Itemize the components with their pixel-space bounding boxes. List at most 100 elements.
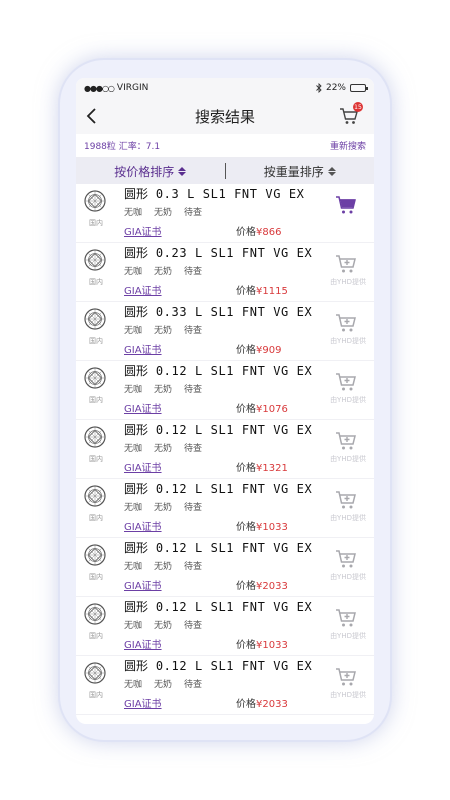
diamond-name: 圆形 0.12 L SL1 FNT VG EX (124, 423, 313, 437)
diamond-tags: 无咖 无奶 待查 (124, 205, 202, 218)
diamond-icon (84, 485, 106, 507)
diamond-name: 圆形 0.12 L SL1 FNT VG EX (124, 482, 313, 496)
add-to-cart-icon[interactable] (334, 548, 358, 570)
cart-button[interactable]: 15 (338, 102, 363, 127)
tag: 待查 (184, 208, 203, 218)
diamond-icon (84, 249, 106, 271)
certificate-link[interactable]: GIA证书 (124, 400, 162, 415)
diamond-icon (84, 190, 106, 212)
vendor-label: 由YHD提供 (330, 632, 366, 640)
tag: 无奶 (154, 680, 173, 690)
certificate-link[interactable]: GIA证书 (124, 459, 162, 474)
diamond-name: 圆形 0.3 L SL1 FNT VG EX (124, 187, 305, 201)
tag: 待查 (184, 267, 203, 277)
diamond-name: 圆形 0.12 L SL1 FNT VG EX (124, 600, 313, 614)
vendor-label: 由YHD提供 (330, 691, 366, 699)
tag: 无咖 (124, 326, 143, 336)
certificate-link[interactable]: GIA证书 (124, 636, 162, 651)
battery-percent: 22% (325, 83, 346, 93)
sort-by-price-button[interactable]: 按价格排序 (76, 163, 225, 180)
diamond-name: 圆形 0.23 L SL1 FNT VG EX (124, 246, 313, 260)
origin-label: 国内 (89, 337, 103, 345)
price: 价格¥2033 (236, 699, 288, 710)
vendor-label: 由YHD提供 (330, 278, 366, 286)
tag: 待查 (184, 326, 203, 336)
list-item[interactable]: 国内 圆形 0.12 L SL1 FNT VG EX 无咖 无奶 待查 GIA证… (76, 597, 374, 656)
list-item[interactable]: 国内 圆形 0.33 L SL1 FNT VG EX 无咖 无奶 待查 GIA证… (76, 302, 374, 361)
price: 价格¥1033 (236, 522, 288, 533)
origin-label: 国内 (89, 691, 103, 699)
certificate-link[interactable]: GIA证书 (124, 223, 162, 238)
sort-bar: 按价格排序 按重量排序 (76, 158, 374, 184)
tag: 无咖 (124, 385, 143, 395)
signal-dots: ●●●○○ (84, 83, 115, 93)
diamond-name: 圆形 0.33 L SL1 FNT VG EX (124, 305, 313, 319)
price: 价格¥1115 (236, 286, 288, 297)
diamond-icon (84, 662, 106, 684)
price: 价格¥1321 (236, 463, 288, 474)
tag: 待查 (184, 680, 203, 690)
list-item[interactable]: 国内 圆形 0.12 L SL1 FNT VG EX 无咖 无奶 待查 GIA证… (76, 538, 374, 597)
list-item[interactable]: 国内 圆形 0.12 L SL1 FNT VG EX 无咖 无奶 待查 GIA证… (76, 420, 374, 479)
tag: 无奶 (154, 444, 173, 454)
page-title: 搜索结果 (194, 107, 255, 126)
vendor-label: 由YHD提供 (330, 514, 366, 522)
chevron-left-icon[interactable] (82, 106, 102, 126)
origin-label: 国内 (89, 396, 103, 404)
add-to-cart-icon[interactable] (334, 607, 358, 629)
list-item[interactable]: 国内 圆形 0.12 L SL1 FNT VG EX 无咖 无奶 待查 GIA证… (76, 656, 374, 715)
diamond-icon (84, 367, 106, 389)
sort-by-weight-button[interactable]: 按重量排序 (226, 163, 375, 180)
tag: 无咖 (124, 621, 143, 631)
diamond-name: 圆形 0.12 L SL1 FNT VG EX (124, 659, 313, 673)
add-to-cart-icon[interactable] (334, 253, 358, 275)
origin-label: 国内 (89, 278, 103, 286)
tag: 无咖 (124, 267, 143, 277)
add-to-cart-icon[interactable] (334, 371, 358, 393)
list-item[interactable]: 国内 圆形 0.3 L SL1 FNT VG EX 无咖 无奶 待查 GIA证书… (76, 184, 374, 243)
diamond-icon (84, 544, 106, 566)
tag: 无奶 (154, 208, 173, 218)
nav-bar: 搜索结果 15 (76, 98, 374, 134)
diamond-icon (84, 426, 106, 448)
certificate-link[interactable]: GIA证书 (124, 282, 162, 297)
diamond-name: 圆形 0.12 L SL1 FNT VG EX (124, 541, 313, 555)
tag: 无奶 (154, 621, 173, 631)
certificate-link[interactable]: GIA证书 (124, 577, 162, 592)
tag: 无咖 (124, 680, 143, 690)
add-to-cart-icon[interactable] (334, 194, 358, 216)
sort-arrows-icon (178, 166, 187, 176)
certificate-link[interactable]: GIA证书 (124, 518, 162, 533)
diamond-tags: 无咖 无奶 待查 (124, 618, 202, 631)
certificate-link[interactable]: GIA证书 (124, 341, 162, 356)
tag: 无咖 (124, 444, 143, 454)
list-item[interactable]: 国内 圆形 0.12 L SL1 FNT VG EX 无咖 无奶 待查 GIA证… (76, 361, 374, 420)
bluetooth-icon (316, 83, 322, 93)
research-link[interactable]: 重新搜索 (330, 139, 366, 152)
price: 价格¥2033 (236, 581, 288, 592)
tag: 待查 (184, 385, 203, 395)
vendor-label: 由YHD提供 (330, 396, 366, 404)
list-item[interactable]: 国内 圆形 0.23 L SL1 FNT VG EX 无咖 无奶 待查 GIA证… (76, 243, 374, 302)
certificate-link[interactable]: GIA证书 (124, 695, 162, 710)
origin-label: 国内 (89, 455, 103, 463)
sort-arrows-icon (327, 166, 336, 176)
tag: 无咖 (124, 503, 143, 513)
add-to-cart-icon[interactable] (334, 430, 358, 452)
diamond-tags: 无咖 无奶 待查 (124, 441, 202, 454)
tag: 无咖 (124, 562, 143, 572)
add-to-cart-icon[interactable] (334, 489, 358, 511)
tag: 待查 (184, 562, 203, 572)
diamond-name: 圆形 0.12 L SL1 FNT VG EX (124, 364, 313, 378)
sort-by-weight-label: 按重量排序 (263, 164, 324, 179)
result-summary: 1988粒 汇率：7.1 (84, 142, 161, 152)
vendor-label: 由YHD提供 (330, 573, 366, 581)
list-item[interactable]: 国内 圆形 0.12 L SL1 FNT VG EX 无咖 无奶 待查 GIA证… (76, 479, 374, 538)
tag: 无奶 (154, 385, 173, 395)
add-to-cart-icon[interactable] (334, 312, 358, 334)
tag: 无奶 (154, 326, 173, 336)
diamond-icon (84, 308, 106, 330)
origin-label: 国内 (89, 573, 103, 581)
add-to-cart-icon[interactable] (334, 666, 358, 688)
tag: 无咖 (124, 208, 143, 218)
